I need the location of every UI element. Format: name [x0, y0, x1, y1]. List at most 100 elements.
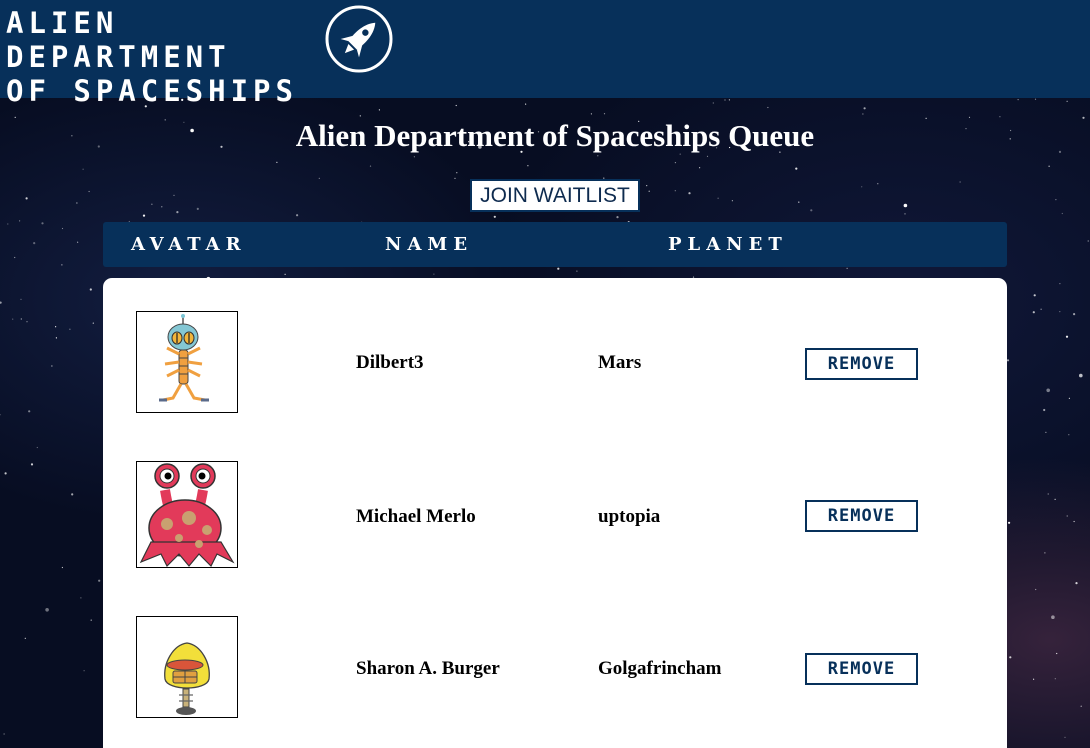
alien-michael-merlo-avatar [139, 463, 235, 567]
page-title: Alien Department of Spaceships Queue [295, 118, 815, 153]
star [82, 168, 84, 170]
star [688, 192, 691, 195]
star [728, 99, 731, 101]
column-header-name: NAME [385, 234, 474, 255]
star [55, 326, 57, 328]
star [176, 211, 179, 214]
star [731, 200, 734, 202]
star [1043, 408, 1046, 412]
star [1061, 212, 1063, 215]
star [712, 102, 714, 104]
star [61, 227, 64, 230]
remove-button[interactable]: REMOVE [805, 348, 918, 380]
star [369, 165, 372, 167]
star [1075, 582, 1078, 585]
star [1064, 736, 1066, 739]
star [14, 256, 16, 259]
star [674, 162, 677, 164]
star [318, 177, 320, 179]
remove-button[interactable]: REMOVE [805, 500, 918, 532]
rocket-icon[interactable] [324, 4, 394, 74]
star [276, 161, 278, 163]
star [76, 202, 78, 204]
star [603, 113, 606, 115]
star [959, 181, 961, 183]
star [71, 493, 74, 496]
star [3, 733, 5, 735]
star [80, 597, 82, 599]
brand-title-line1: ALIEN DEPARTMENT [6, 6, 231, 74]
star [1066, 515, 1068, 517]
column-header-avatar: AVATAR [131, 234, 247, 255]
star [0, 301, 2, 304]
star [1044, 552, 1046, 554]
star [433, 273, 435, 275]
star [767, 106, 769, 109]
star [877, 183, 879, 185]
star [1040, 308, 1042, 310]
star [359, 115, 361, 117]
star [1032, 311, 1035, 314]
star [20, 318, 22, 320]
queue-table: Dilbert3 Mars REMOVE Michael Merlo uptop… [103, 278, 1007, 748]
star [1009, 656, 1012, 659]
star [1059, 283, 1061, 285]
star [810, 209, 813, 212]
star [1087, 240, 1089, 242]
star [455, 104, 457, 107]
star [69, 328, 71, 330]
star [296, 214, 299, 217]
star [1066, 100, 1068, 102]
star [55, 337, 58, 339]
star [862, 113, 864, 115]
star [648, 190, 650, 192]
star [1051, 615, 1055, 619]
remove-button[interactable]: REMOVE [805, 653, 918, 685]
star [19, 220, 21, 222]
star [1045, 431, 1047, 433]
star [1056, 652, 1058, 655]
star [846, 267, 848, 269]
star [903, 203, 908, 208]
avatar [136, 461, 238, 568]
column-header-planet: PLANET [668, 234, 788, 255]
star [597, 155, 599, 157]
join-waitlist-button[interactable]: JOIN WAITLIST [470, 179, 640, 212]
star [83, 670, 85, 672]
brand-title[interactable]: ALIEN DEPARTMENT OF SPACESHIPS [6, 6, 326, 108]
star [12, 318, 14, 320]
star [706, 155, 709, 157]
star [1033, 294, 1036, 297]
star [1055, 199, 1057, 201]
star [51, 365, 53, 367]
alien-name: Dilbert3 [356, 352, 424, 373]
alien-planet: Mars [598, 352, 642, 373]
avatar [136, 616, 238, 718]
star [646, 185, 648, 187]
star [1073, 520, 1075, 523]
star [284, 273, 286, 275]
star [1048, 165, 1050, 167]
star [4, 472, 7, 475]
alien-sharon-burger-avatar [164, 642, 210, 715]
star [1006, 359, 1010, 362]
star [7, 223, 9, 225]
star [196, 207, 199, 210]
star [98, 579, 101, 582]
star [1035, 588, 1037, 591]
site-header: ALIEN DEPARTMENT OF SPACESHIPS [0, 0, 1090, 108]
star [795, 167, 798, 170]
star [1079, 373, 1083, 378]
avatar [136, 311, 238, 413]
alien-planet: uptopia [598, 506, 661, 527]
star [798, 201, 800, 203]
star [151, 203, 153, 205]
star [89, 288, 92, 291]
star [456, 172, 458, 174]
star [25, 197, 28, 200]
star [1008, 521, 1011, 524]
star [33, 242, 36, 245]
star [61, 264, 63, 266]
star [30, 463, 34, 466]
star [699, 167, 701, 169]
